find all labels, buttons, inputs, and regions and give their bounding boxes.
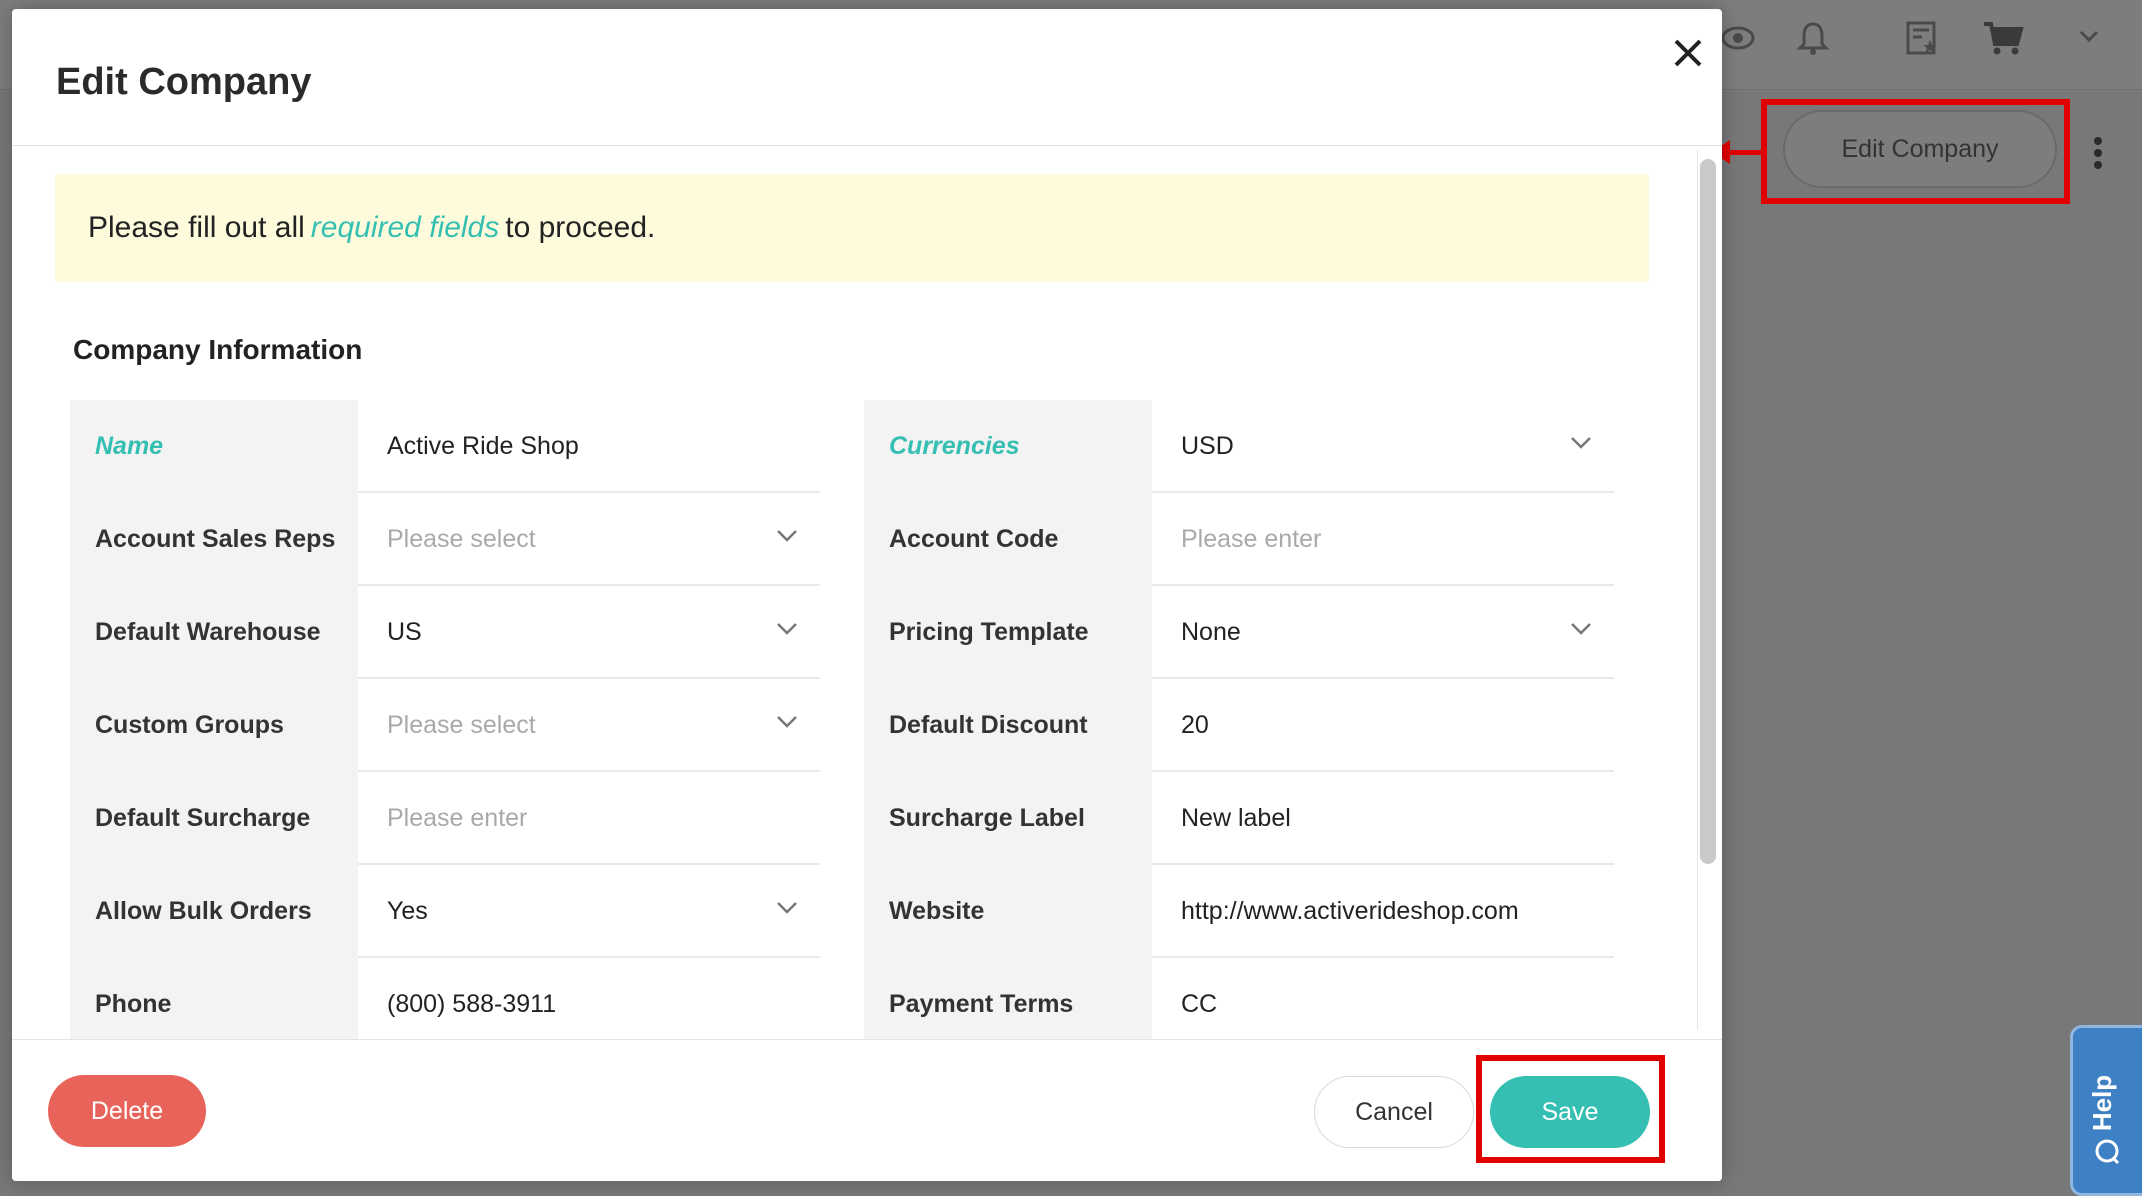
eye-icon[interactable] (1720, 20, 1756, 56)
select-default-warehouse[interactable]: US (358, 586, 820, 679)
field-value-payment-terms: CC (1181, 990, 1218, 1018)
field-label-surcharge-label: Surcharge Label (864, 772, 1152, 865)
chevron-down-icon[interactable] (2078, 28, 2100, 44)
select-currencies[interactable]: USD (1152, 400, 1614, 493)
field-label-allow-bulk-orders: Allow Bulk Orders (70, 865, 358, 958)
field-value-default-surcharge: Please enter (387, 804, 528, 832)
form-row-default-warehouse: Default Warehouse US (70, 586, 820, 679)
input-default-discount[interactable]: 20 (1152, 679, 1614, 772)
cancel-button[interactable]: Cancel (1314, 1076, 1474, 1148)
field-label-default-discount: Default Discount (864, 679, 1152, 772)
select-custom-groups[interactable]: Please select (358, 679, 820, 772)
field-label-default-warehouse: Default Warehouse (70, 586, 358, 679)
form-row-default-surcharge: Default Surcharge Please enter (70, 772, 820, 865)
select-account-sales-reps[interactable]: Please select (358, 493, 820, 586)
chevron-down-icon (777, 716, 797, 728)
chevron-down-icon (777, 530, 797, 542)
form-row-payment-terms: Payment Terms CC (864, 958, 1614, 1039)
field-label-currencies: Currencies (864, 400, 1152, 493)
select-pricing-template[interactable]: None (1152, 586, 1614, 679)
input-name[interactable]: Active Ride Shop (358, 400, 820, 493)
input-phone[interactable]: (800) 588-3911 (358, 958, 820, 1039)
close-icon[interactable] (1668, 33, 1708, 73)
required-fields-link[interactable]: required fields (311, 211, 499, 245)
help-label: Help (2087, 1074, 2117, 1132)
field-value-allow-bulk-orders: Yes (387, 897, 428, 925)
highlight-arrow-line (1726, 150, 1762, 155)
bell-icon[interactable] (1795, 20, 1831, 56)
chevron-down-icon (777, 623, 797, 635)
field-value-pricing-template: None (1181, 618, 1241, 646)
edit-company-modal: Edit Company Please fill out all require… (12, 9, 1722, 1181)
field-value-default-discount: 20 (1181, 711, 1209, 739)
field-label-account-code: Account Code (864, 493, 1152, 586)
field-value-website: http://www.activerideshop.com (1181, 897, 1519, 925)
field-label-custom-groups: Custom Groups (70, 679, 358, 772)
field-label-account-sales-reps: Account Sales Reps (70, 493, 358, 586)
modal-header: Edit Company (12, 9, 1722, 146)
modal-footer: Delete Cancel Save (12, 1039, 1722, 1181)
form-row-surcharge-label: Surcharge Label New label (864, 772, 1614, 865)
required-fields-notice: Please fill out all required fields to p… (55, 174, 1649, 282)
field-label-website: Website (864, 865, 1152, 958)
form-column-right: Currencies USD Account Code Please enter Pri… (864, 400, 1614, 1039)
input-website[interactable]: http://www.activerideshop.com (1152, 865, 1614, 958)
chat-bubble-icon (2095, 1139, 2120, 1165)
form-row-account-code: Account Code Please enter (864, 493, 1614, 586)
chevron-down-icon (1571, 623, 1591, 635)
form-row-currencies: Currencies USD (864, 400, 1614, 493)
input-default-surcharge[interactable]: Please enter (358, 772, 820, 865)
form-row-custom-groups: Custom Groups Please select (70, 679, 820, 772)
field-label-pricing-template: Pricing Template (864, 586, 1152, 679)
section-title: Company Information (73, 334, 363, 365)
field-value-account-code: Please enter (1181, 525, 1322, 553)
form-row-default-discount: Default Discount 20 (864, 679, 1614, 772)
form-row-name: Name Active Ride Shop (70, 400, 820, 493)
field-value-surcharge-label: New label (1181, 804, 1291, 832)
highlight-box-edit-company (1761, 99, 2070, 204)
field-value-custom-groups: Please select (387, 711, 536, 739)
form-column-left: Name Active Ride Shop Account Sales Reps Pl… (70, 400, 820, 1039)
chevron-down-icon (777, 902, 797, 914)
form-row-website: Website http://www.activerideshop.com (864, 865, 1614, 958)
chevron-down-icon (1571, 437, 1591, 449)
input-payment-terms[interactable]: CC (1152, 958, 1614, 1039)
field-label-name: Name (70, 400, 358, 493)
field-value-account-sales-reps: Please select (387, 525, 536, 553)
field-label-default-surcharge: Default Surcharge (70, 772, 358, 865)
scrollbar-thumb[interactable] (1700, 159, 1716, 864)
field-value-currencies: USD (1181, 432, 1234, 460)
catalog-icon[interactable] (1904, 20, 1940, 56)
highlight-box-save (1476, 1055, 1665, 1163)
form-row-account-sales-reps: Account Sales Reps Please select (70, 493, 820, 586)
kebab-menu-icon[interactable] (2092, 135, 2104, 171)
field-value-default-warehouse: US (387, 618, 422, 646)
field-value-phone: (800) 588-3911 (387, 990, 557, 1018)
notice-suffix: to proceed. (505, 211, 656, 244)
modal-title: Edit Company (56, 61, 312, 103)
input-account-code[interactable]: Please enter (1152, 493, 1614, 586)
notice-prefix: Please fill out all (88, 211, 305, 244)
field-label-phone: Phone (70, 958, 358, 1039)
form-row-pricing-template: Pricing Template None (864, 586, 1614, 679)
help-tab[interactable]: Help (2070, 1025, 2142, 1196)
delete-button[interactable]: Delete (48, 1075, 206, 1147)
field-label-payment-terms: Payment Terms (864, 958, 1152, 1039)
field-value-name: Active Ride Shop (387, 432, 579, 460)
modal-body: Please fill out all required fields to p… (12, 147, 1722, 1039)
form-row-allow-bulk-orders: Allow Bulk Orders Yes (70, 865, 820, 958)
cart-icon[interactable] (1982, 20, 2024, 56)
input-surcharge-label[interactable]: New label (1152, 772, 1614, 865)
form-row-phone: Phone (800) 588-3911 (70, 958, 820, 1039)
select-allow-bulk-orders[interactable]: Yes (358, 865, 820, 958)
